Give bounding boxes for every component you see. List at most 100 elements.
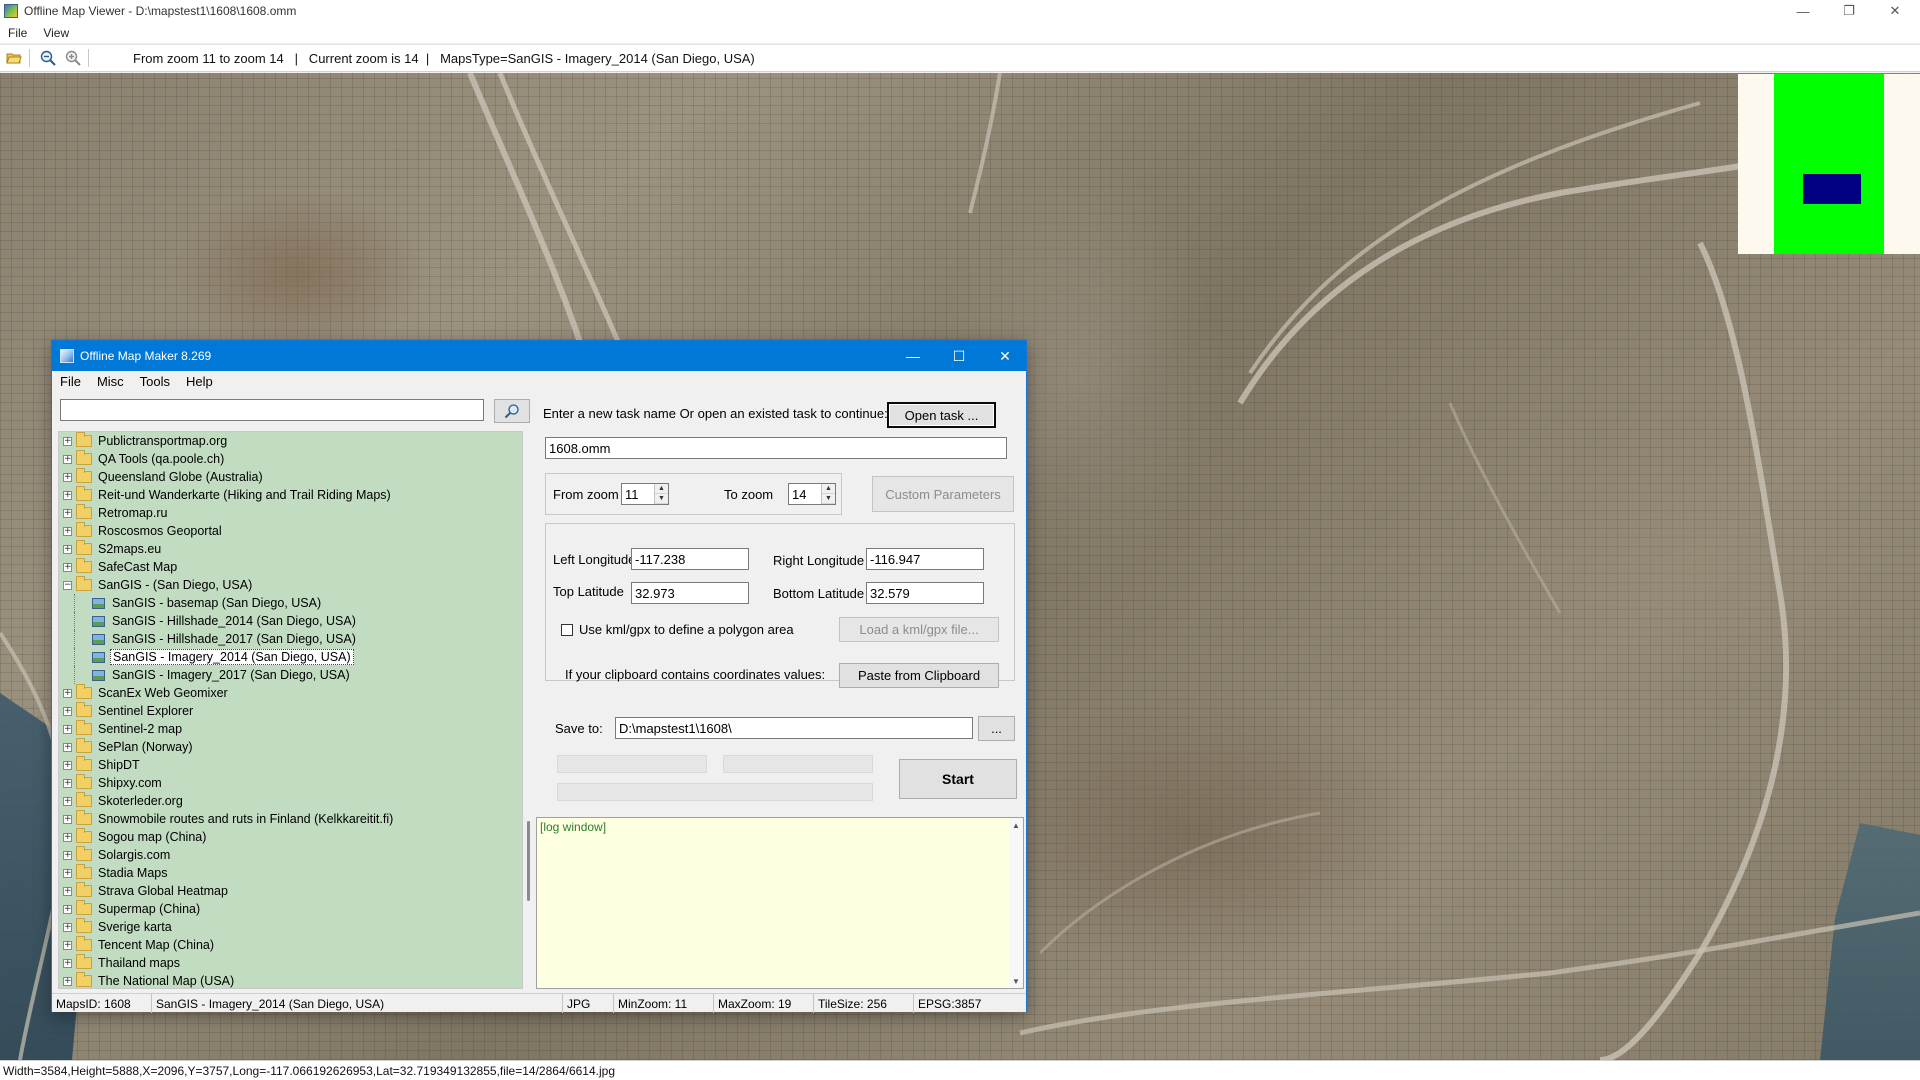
to-zoom-spinner[interactable]: 14 ▲ ▼ — [788, 483, 836, 505]
tree-item[interactable]: + Tencent Map (China) — [59, 936, 522, 954]
search-button[interactable] — [494, 399, 530, 423]
left-longitude-field[interactable]: -117.238 — [631, 548, 749, 570]
expand-icon[interactable]: + — [63, 814, 72, 824]
log-window[interactable]: [log window] ▲ ▼ — [536, 817, 1024, 989]
spin-up-icon[interactable]: ▲ — [822, 484, 835, 494]
browse-folder-button[interactable]: ... — [978, 716, 1015, 741]
tree-item[interactable]: − SanGIS - (San Diego, USA) — [59, 576, 522, 594]
paste-clipboard-button[interactable]: Paste from Clipboard — [839, 663, 999, 688]
tree-item[interactable]: + Thailand maps — [59, 954, 522, 972]
tree-item[interactable]: + Snowmobile routes and ruts in Finland (… — [59, 810, 522, 828]
tree-item[interactable]: + Supermap (China) — [59, 900, 522, 918]
expand-icon[interactable]: + — [63, 760, 72, 770]
tree-item[interactable]: + QA Tools (qa.poole.ch) — [59, 450, 522, 468]
overview-minimap[interactable] — [1738, 74, 1920, 254]
tree-item[interactable]: + ScanEx Web Geomixer — [59, 684, 522, 702]
dialog-close-icon[interactable]: ✕ — [982, 341, 1028, 371]
expand-icon[interactable]: + — [63, 832, 72, 842]
expand-icon[interactable]: + — [63, 688, 72, 698]
use-kml-checkbox[interactable] — [561, 624, 573, 636]
map-source-tree[interactable]: + Publictransportmap.org + QA Tools (qa.poo… — [58, 431, 523, 989]
expand-icon[interactable]: + — [63, 436, 72, 446]
tree-item[interactable]: + Reit-und Wanderkarte (Hiking and Trail … — [59, 486, 522, 504]
scroll-up-icon[interactable]: ▲ — [1009, 818, 1023, 832]
dialog-maximize-icon[interactable]: ☐ — [936, 341, 982, 371]
tree-item[interactable]: + The National Map (USA) — [59, 972, 522, 988]
spin-up-icon[interactable]: ▲ — [655, 484, 668, 494]
expand-icon[interactable]: + — [63, 454, 72, 464]
expand-icon[interactable]: + — [63, 868, 72, 878]
expand-icon[interactable]: + — [63, 490, 72, 500]
tree-item[interactable]: SanGIS - Imagery_2017 (San Diego, USA) — [59, 666, 522, 684]
right-longitude-field[interactable]: -116.947 — [866, 548, 984, 570]
scroll-down-icon[interactable]: ▼ — [1009, 974, 1023, 988]
menu-file[interactable]: File — [0, 26, 35, 40]
tree-scrollbar[interactable] — [524, 431, 534, 989]
tree-item[interactable]: + Sentinel-2 map — [59, 720, 522, 738]
tree-item[interactable]: + Solargis.com — [59, 846, 522, 864]
expand-icon[interactable]: + — [63, 706, 72, 716]
dialog-menu-misc[interactable]: Misc — [89, 374, 132, 389]
tree-item[interactable]: + Queensland Globe (Australia) — [59, 468, 522, 486]
collapse-icon[interactable]: − — [63, 580, 72, 590]
zoom-out-icon[interactable] — [37, 47, 59, 69]
tree-item[interactable]: SanGIS - basemap (San Diego, USA) — [59, 594, 522, 612]
task-name-field[interactable]: 1608.omm — [545, 437, 1007, 459]
expand-icon[interactable]: + — [63, 850, 72, 860]
expand-icon[interactable]: + — [63, 724, 72, 734]
expand-icon[interactable]: + — [63, 526, 72, 536]
tree-item[interactable]: SanGIS - Imagery_2014 (San Diego, USA) — [59, 648, 522, 666]
dialog-menu-tools[interactable]: Tools — [132, 374, 178, 389]
spin-down-icon[interactable]: ▼ — [655, 494, 668, 504]
dialog-menu-file[interactable]: File — [52, 374, 89, 389]
close-icon[interactable]: ✕ — [1872, 0, 1918, 22]
zoom-in-icon[interactable] — [62, 47, 84, 69]
log-scrollbar[interactable]: ▲ ▼ — [1009, 818, 1023, 988]
from-zoom-spinner[interactable]: 11 ▲ ▼ — [621, 483, 669, 505]
start-button[interactable]: Start — [899, 759, 1017, 799]
tree-item[interactable]: + Roscosmos Geoportal — [59, 522, 522, 540]
bottom-latitude-field[interactable]: 32.579 — [866, 582, 984, 604]
expand-icon[interactable]: + — [63, 562, 72, 572]
tree-scrollbar-thumb[interactable] — [527, 821, 530, 901]
expand-icon[interactable]: + — [63, 958, 72, 968]
tree-item[interactable]: + ShipDT — [59, 756, 522, 774]
load-kml-button[interactable]: Load a kml/gpx file... — [839, 617, 999, 642]
open-task-button[interactable]: Open task ... — [887, 402, 996, 428]
expand-icon[interactable]: + — [63, 904, 72, 914]
tree-item[interactable]: + SePlan (Norway) — [59, 738, 522, 756]
dialog-titlebar[interactable]: Offline Map Maker 8.269 — ☐ ✕ — [52, 341, 1026, 371]
open-folder-icon[interactable] — [3, 47, 25, 69]
tree-item[interactable]: SanGIS - Hillshade_2017 (San Diego, USA) — [59, 630, 522, 648]
tree-item[interactable]: + Sogou map (China) — [59, 828, 522, 846]
expand-icon[interactable]: + — [63, 796, 72, 806]
expand-icon[interactable]: + — [63, 976, 72, 986]
spin-down-icon[interactable]: ▼ — [822, 494, 835, 504]
expand-icon[interactable]: + — [63, 922, 72, 932]
map-search-input[interactable] — [60, 399, 484, 421]
restore-icon[interactable]: ❐ — [1826, 0, 1872, 22]
expand-icon[interactable]: + — [63, 778, 72, 788]
expand-icon[interactable]: + — [63, 886, 72, 896]
dialog-menu-help[interactable]: Help — [178, 374, 221, 389]
to-zoom-arrows[interactable]: ▲ ▼ — [821, 484, 835, 504]
tree-item[interactable]: + S2maps.eu — [59, 540, 522, 558]
dialog-minimize-icon[interactable]: — — [890, 341, 936, 371]
tree-item[interactable]: + Skoterleder.org — [59, 792, 522, 810]
expand-icon[interactable]: + — [63, 544, 72, 554]
tree-item[interactable]: + SafeCast Map — [59, 558, 522, 576]
overview-viewport-rect[interactable] — [1803, 174, 1861, 204]
tree-item[interactable]: + Stadia Maps — [59, 864, 522, 882]
custom-parameters-button[interactable]: Custom Parameters — [872, 476, 1014, 512]
tree-item[interactable]: + Sverige karta — [59, 918, 522, 936]
menu-view[interactable]: View — [35, 26, 77, 40]
from-zoom-arrows[interactable]: ▲ ▼ — [654, 484, 668, 504]
tree-item[interactable]: SanGIS - Hillshade_2014 (San Diego, USA) — [59, 612, 522, 630]
expand-icon[interactable]: + — [63, 742, 72, 752]
tree-item[interactable]: + Publictransportmap.org — [59, 432, 522, 450]
top-latitude-field[interactable]: 32.973 — [631, 582, 749, 604]
tree-item[interactable]: + Shipxy.com — [59, 774, 522, 792]
save-to-field[interactable]: D:\mapstest1\1608\ — [615, 717, 973, 739]
tree-item[interactable]: + Strava Global Heatmap — [59, 882, 522, 900]
minimize-icon[interactable]: — — [1780, 0, 1826, 22]
